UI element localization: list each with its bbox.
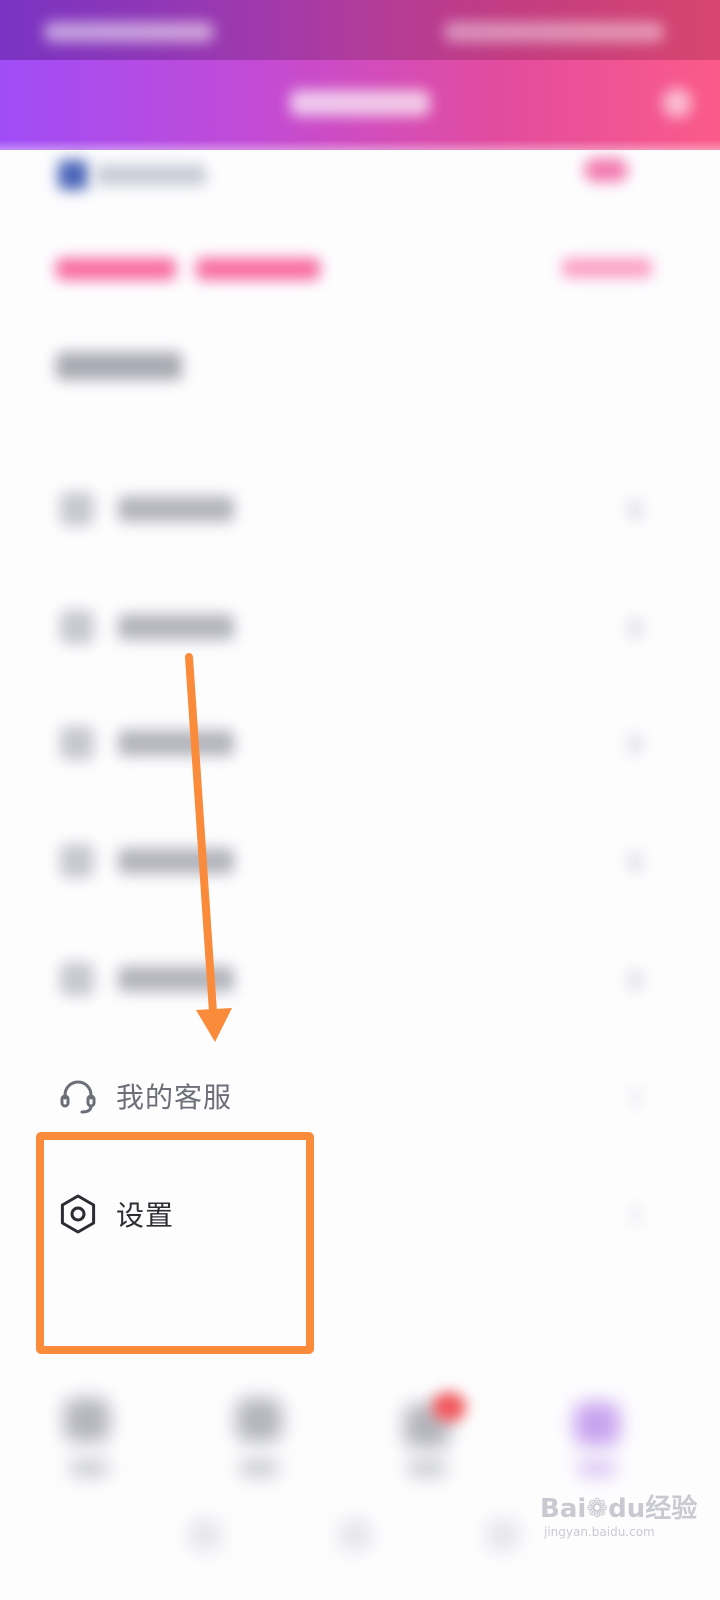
nav-back-button[interactable] bbox=[488, 1520, 518, 1550]
watermark-url: jingyan.baidu.com bbox=[544, 1525, 655, 1539]
tab-label-blurred bbox=[578, 1460, 616, 1476]
tab-label-blurred bbox=[70, 1460, 108, 1476]
nav-home-button[interactable] bbox=[340, 1520, 370, 1550]
notification-badge bbox=[432, 1392, 466, 1422]
tab-label-blurred bbox=[240, 1460, 278, 1476]
watermark-logo: Bai❁du经验 bbox=[540, 1494, 698, 1524]
tab-icon-active-blurred[interactable] bbox=[574, 1402, 620, 1446]
chevron-right-icon bbox=[630, 1206, 642, 1224]
tab-icon-blurred[interactable] bbox=[236, 1398, 282, 1442]
tab-label-blurred bbox=[408, 1460, 446, 1476]
baidu-watermark: Bai❁du经验 jingyan.baidu.com bbox=[540, 1488, 697, 1539]
annotation-highlight-box bbox=[36, 1132, 314, 1354]
nav-menu-button[interactable] bbox=[190, 1520, 220, 1550]
tab-icon-blurred[interactable] bbox=[64, 1398, 110, 1442]
annotation-arrow bbox=[185, 653, 232, 1042]
paw-icon: ❁ bbox=[586, 1494, 609, 1524]
